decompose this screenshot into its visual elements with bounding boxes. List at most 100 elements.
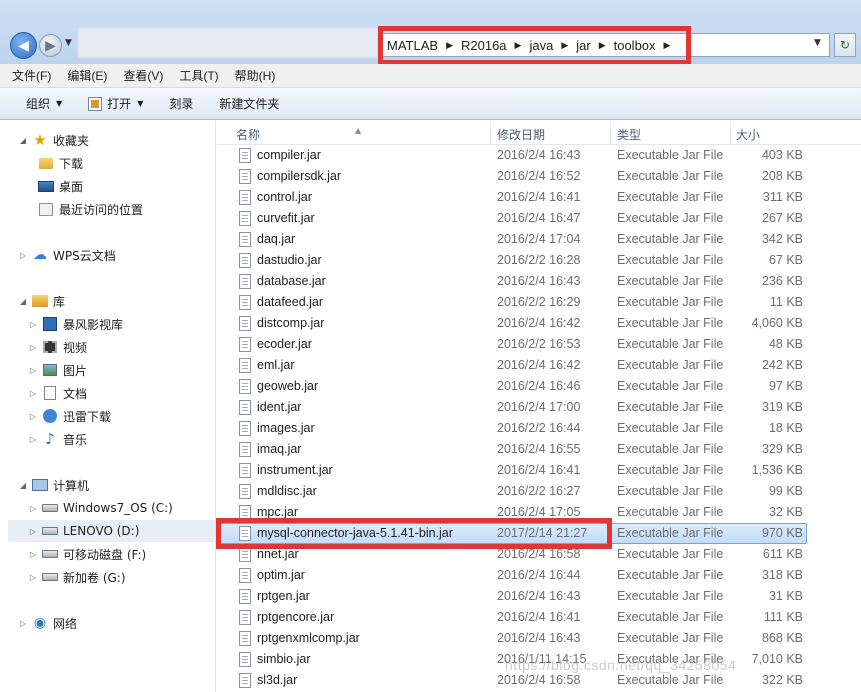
menu-help[interactable]: 帮助(H)	[235, 67, 276, 84]
highlight-box-file	[216, 518, 612, 549]
file-row[interactable]: database.jar 2016/2/4 16:43 Executable Jar…	[217, 271, 861, 292]
file-type: Executable Jar File	[617, 568, 724, 582]
file-size: 208 KB	[761, 169, 803, 183]
column-header-type[interactable]: 类型	[617, 126, 641, 143]
nav-wps-cloud[interactable]: ▷ ☁ WPS云文档	[18, 244, 116, 266]
file-row[interactable]: curvefit.jar 2016/2/4 16:47 Executable Jar…	[217, 208, 861, 229]
nav-favorites[interactable]: ◢ ★ 收藏夹	[18, 129, 89, 151]
expand-arrow-icon[interactable]: ▷	[28, 435, 38, 444]
file-name: daq.jar	[257, 232, 296, 246]
menu-file[interactable]: 文件(F)	[12, 67, 51, 84]
menu-view[interactable]: 查看(V)	[123, 67, 163, 84]
document-shape	[44, 386, 56, 400]
nav-drive-g[interactable]: ▷ 新加卷 (G:)	[28, 566, 126, 588]
nav-pictures[interactable]: ▷ 图片	[28, 359, 87, 381]
nav-baofeng[interactable]: ▷ 暴风影视库	[28, 313, 123, 335]
nav-downloads[interactable]: 下载	[38, 152, 83, 174]
collapse-arrow-icon[interactable]: ◢	[18, 297, 28, 306]
file-row[interactable]: distcomp.jar 2016/2/4 16:42 Executable Jar…	[217, 313, 861, 334]
jar-file-icon	[239, 379, 251, 394]
file-row[interactable]: eml.jar 2016/2/4 16:42 Executable Jar File…	[217, 355, 861, 376]
expand-arrow-icon[interactable]: ▷	[28, 389, 38, 398]
file-row[interactable]: rptgenxmlcomp.jar 2016/2/4 16:43 Executabl…	[217, 628, 861, 649]
column-header-date[interactable]: 修改日期	[497, 126, 545, 143]
nav-libraries[interactable]: ◢ 库	[18, 290, 65, 312]
collapse-arrow-icon[interactable]: ◢	[18, 481, 28, 490]
expand-arrow-icon[interactable]: ▷	[28, 412, 38, 421]
burn-button[interactable]: 刻录	[169, 95, 193, 112]
file-row[interactable]: geoweb.jar 2016/2/4 16:46 Executable Jar F…	[217, 376, 861, 397]
file-row[interactable]: daq.jar 2016/2/4 17:04 Executable Jar File…	[217, 229, 861, 250]
nav-network[interactable]: ▷ ◉ 网络	[18, 612, 77, 634]
file-row[interactable]: datafeed.jar 2016/2/2 16:29 Executable Jar…	[217, 292, 861, 313]
expand-arrow-icon[interactable]: ▷	[28, 320, 38, 329]
recent-pages-dropdown[interactable]: ▼	[65, 38, 72, 48]
file-date: 2016/2/4 16:52	[497, 169, 581, 183]
nav-videos[interactable]: ▷ 视频	[28, 336, 87, 358]
file-row[interactable]: dastudio.jar 2016/2/2 16:28 Executable Jar…	[217, 250, 861, 271]
nav-documents[interactable]: ▷ 文档	[28, 382, 87, 404]
file-row[interactable]: compiler.jar 2016/2/4 16:43 Executable Jar…	[217, 145, 861, 166]
file-name: geoweb.jar	[257, 379, 319, 393]
jar-file-icon	[239, 232, 251, 247]
nav-drive-c[interactable]: ▷ Windows7_OS (C:)	[28, 497, 173, 519]
file-row[interactable]: imaq.jar 2016/2/4 16:55 Executable Jar Fil…	[217, 439, 861, 460]
file-row[interactable]: images.jar 2016/2/2 16:44 Executable Jar F…	[217, 418, 861, 439]
file-name: compiler.jar	[257, 148, 321, 162]
nav-drive-d[interactable]: ▷ LENOVO (D:)	[8, 520, 215, 542]
organize-button[interactable]: 组织 ▼	[26, 95, 62, 112]
expand-arrow-icon[interactable]: ▷	[18, 251, 28, 260]
menu-edit[interactable]: 编辑(E)	[67, 67, 107, 84]
expand-arrow-icon[interactable]: ▷	[28, 504, 38, 513]
file-date: 2016/2/4 16:58	[497, 547, 581, 561]
file-date: 2016/2/4 16:43	[497, 274, 581, 288]
menu-tools[interactable]: 工具(T)	[179, 67, 218, 84]
file-type: Executable Jar File	[617, 484, 724, 498]
refresh-button[interactable]: ↻	[834, 33, 856, 57]
forward-button[interactable]: ▶	[39, 34, 62, 57]
jar-file-icon	[239, 148, 251, 163]
back-button[interactable]: ◀	[10, 32, 37, 59]
file-row[interactable]: mdldisc.jar 2016/2/2 16:27 Executable Jar …	[217, 481, 861, 502]
expand-arrow-icon[interactable]: ▷	[28, 343, 38, 352]
blurred-region	[78, 28, 378, 58]
column-divider[interactable]	[610, 121, 611, 145]
file-size: 318 KB	[761, 568, 803, 582]
column-header-size[interactable]: 大小	[736, 126, 760, 143]
file-row[interactable]: sl3d.jar 2016/2/4 16:58 Executable Jar Fil…	[217, 670, 861, 691]
expand-arrow-icon[interactable]: ▷	[28, 527, 38, 536]
file-row[interactable]: rptgencore.jar 2016/2/4 16:41 Executable J…	[217, 607, 861, 628]
file-row[interactable]: instrument.jar 2016/2/4 16:41 Executable J…	[217, 460, 861, 481]
open-button[interactable]: 打开 ▼	[88, 95, 143, 112]
nav-music[interactable]: ▷ ♪ 音乐	[28, 428, 87, 450]
nav-desktop[interactable]: 桌面	[38, 175, 83, 197]
file-type: Executable Jar File	[617, 253, 724, 267]
nav-drive-f[interactable]: ▷ 可移动磁盘 (F:)	[28, 543, 146, 565]
file-name: mdldisc.jar	[257, 484, 317, 498]
expand-arrow-icon[interactable]: ▷	[18, 619, 28, 628]
file-type: Executable Jar File	[617, 400, 724, 414]
expand-arrow-icon[interactable]: ▷	[28, 550, 38, 559]
file-date: 2016/2/4 16:42	[497, 316, 581, 330]
file-row[interactable]: compilersdk.jar 2016/2/4 16:52 Executable …	[217, 166, 861, 187]
expand-arrow-icon[interactable]: ▷	[28, 366, 38, 375]
nav-xunlei[interactable]: ▷ 迅雷下载	[28, 405, 111, 427]
collapse-arrow-icon[interactable]: ◢	[18, 136, 28, 145]
file-size: 319 KB	[761, 400, 803, 414]
file-row[interactable]: optim.jar 2016/2/4 16:44 Executable Jar Fi…	[217, 565, 861, 586]
column-divider[interactable]	[730, 121, 731, 145]
file-size: 97 KB	[768, 379, 803, 393]
file-row[interactable]: ecoder.jar 2016/2/2 16:53 Executable Jar F…	[217, 334, 861, 355]
nav-recent-places[interactable]: 最近访问的位置	[38, 198, 143, 220]
jar-file-icon	[239, 169, 251, 184]
expand-arrow-icon[interactable]: ▷	[28, 573, 38, 582]
file-row[interactable]: control.jar 2016/2/4 16:41 Executable Jar …	[217, 187, 861, 208]
address-dropdown-icon[interactable]: ▼	[814, 38, 821, 48]
file-row[interactable]: rptgen.jar 2016/2/4 16:43 Executable Jar F…	[217, 586, 861, 607]
new-folder-button[interactable]: 新建文件夹	[219, 95, 279, 112]
nav-computer[interactable]: ◢ 计算机	[18, 474, 89, 496]
file-type: Executable Jar File	[617, 190, 724, 204]
file-row[interactable]: ident.jar 2016/2/4 17:00 Executable Jar Fi…	[217, 397, 861, 418]
column-header-name[interactable]: 名称	[236, 126, 260, 143]
column-divider[interactable]	[490, 121, 491, 145]
